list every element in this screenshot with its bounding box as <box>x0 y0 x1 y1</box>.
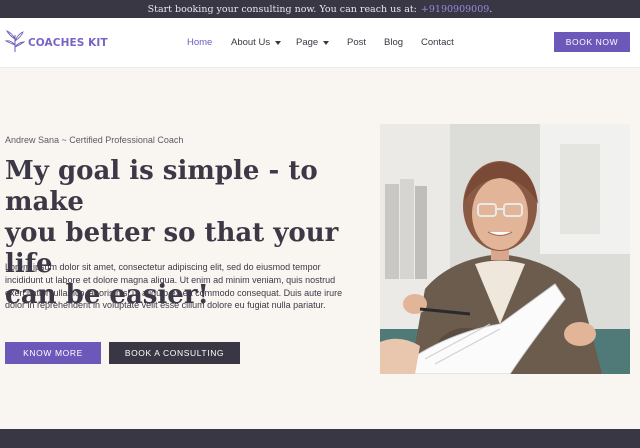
nav-label: Contact <box>421 37 454 48</box>
announcement-bar: Start booking your consulting now. You c… <box>0 0 640 18</box>
nav-label: Home <box>187 37 213 48</box>
chevron-down-icon <box>323 40 330 45</box>
logo-text: COACHES KIT <box>28 37 108 49</box>
coach-photo <box>380 124 630 374</box>
coach-photo-illustration <box>380 124 630 374</box>
hero-description: Lorem ipsum dolor sit amet, consectetur … <box>5 262 343 311</box>
nav-label: Post <box>347 37 367 48</box>
nav-label: Blog <box>384 37 404 48</box>
know-more-button[interactable]: KNOW MORE <box>5 342 101 364</box>
hero-eyebrow: Andrew Sana ~ Certified Professional Coa… <box>5 135 184 145</box>
nav-item-page[interactable]: Page <box>296 37 330 48</box>
book-now-button[interactable]: BOOK NOW <box>554 32 630 52</box>
announcement-suffix: . <box>489 3 493 15</box>
nav-item-blog[interactable]: Blog <box>384 37 403 48</box>
leaf-branch-icon <box>4 29 26 58</box>
book-consulting-button[interactable]: BOOK A CONSULTING <box>109 342 240 364</box>
phone-link[interactable]: +9190909009 <box>421 4 489 15</box>
nav-item-contact[interactable]: Contact <box>421 37 454 48</box>
announcement-text: Start booking your consulting now. You c… <box>147 3 417 15</box>
site-logo[interactable]: COACHES KIT <box>4 29 108 58</box>
nav-label: About Us <box>231 37 271 48</box>
headline-line: My goal is simple - to make <box>5 156 318 217</box>
nav-item-home[interactable]: Home <box>187 37 212 48</box>
nav-item-post[interactable]: Post <box>347 37 366 48</box>
chevron-down-icon <box>275 40 282 45</box>
nav-item-about-us[interactable]: About Us <box>231 37 282 48</box>
site-header: COACHES KIT Home About Us Page Post Blog… <box>0 18 640 68</box>
nav-label: Page <box>296 37 319 48</box>
footer-bar <box>0 429 640 448</box>
